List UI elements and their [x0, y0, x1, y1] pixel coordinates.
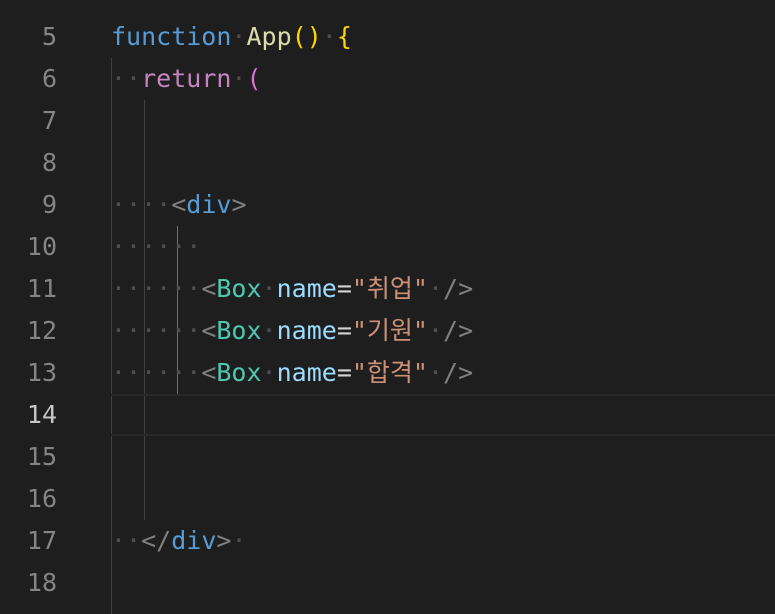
attribute-name: name: [276, 274, 337, 303]
component-name: Box: [216, 316, 262, 345]
code-line[interactable]: 9 ····<div>: [0, 184, 775, 226]
line-number: 5: [41, 22, 57, 51]
keyword-function: function: [111, 22, 232, 51]
code-line[interactable]: 5 function·App()·{: [0, 16, 775, 58]
code-line[interactable]: 11 ······<Box·name="취업"·/>: [0, 268, 775, 310]
code-editor[interactable]: 5 function·App()·{ 6 ··return·( 7 8 9 ··…: [0, 0, 775, 614]
function-name: App: [246, 22, 292, 51]
keyword-return: return: [141, 64, 232, 93]
code-line[interactable]: 18: [0, 562, 775, 604]
line-number: 6: [41, 64, 57, 93]
line-number-active: 14: [26, 400, 57, 429]
line-number: 12: [26, 316, 57, 345]
line-content[interactable]: ······: [111, 226, 201, 268]
line-number: 18: [26, 568, 57, 597]
code-line[interactable]: 16: [0, 478, 775, 520]
tag-name: div: [186, 190, 232, 219]
line-number: 10: [26, 232, 57, 261]
current-line-highlight: [111, 394, 775, 436]
code-line[interactable]: 10 ······: [0, 226, 775, 268]
line-content[interactable]: ····<div>: [111, 184, 247, 226]
open-brace: {: [336, 22, 352, 51]
line-content[interactable]: ··</div>·: [111, 520, 247, 562]
tag-name: div: [171, 526, 217, 555]
code-line[interactable]: 7: [0, 100, 775, 142]
parens: (): [291, 22, 322, 51]
attribute-value: "취업": [351, 274, 428, 303]
code-line[interactable]: 6 ··return·(: [0, 58, 775, 100]
line-number: 17: [26, 526, 57, 555]
attribute-name: name: [276, 316, 337, 345]
line-content[interactable]: ······<Box·name="합격"·/>: [111, 352, 473, 394]
line-number: 16: [26, 484, 57, 513]
line-number: 15: [26, 442, 57, 471]
code-line[interactable]: 12 ······<Box·name="기원"·/>: [0, 310, 775, 352]
code-line[interactable]: 17 ··</div>·: [0, 520, 775, 562]
attribute-value: "합격": [351, 358, 428, 387]
attribute-name: name: [276, 358, 337, 387]
line-number: 13: [26, 358, 57, 387]
code-line-current[interactable]: 14: [0, 394, 775, 436]
attribute-value: "기원": [351, 316, 428, 345]
line-content[interactable]: ······<Box·name="기원"·/>: [111, 310, 473, 352]
line-number: 9: [41, 190, 57, 219]
code-line[interactable]: 15: [0, 436, 775, 478]
code-line[interactable]: 13 ······<Box·name="합격"·/>: [0, 352, 775, 394]
component-name: Box: [216, 274, 262, 303]
line-content[interactable]: ··return·(: [111, 58, 262, 100]
line-number: 7: [41, 106, 57, 135]
line-content[interactable]: ······<Box·name="취업"·/>: [111, 268, 473, 310]
line-number: 11: [26, 274, 57, 303]
component-name: Box: [216, 358, 262, 387]
line-number: 8: [41, 148, 57, 177]
code-line[interactable]: 8: [0, 142, 775, 184]
line-content[interactable]: function·App()·{: [111, 16, 352, 58]
open-paren: (: [246, 64, 262, 93]
